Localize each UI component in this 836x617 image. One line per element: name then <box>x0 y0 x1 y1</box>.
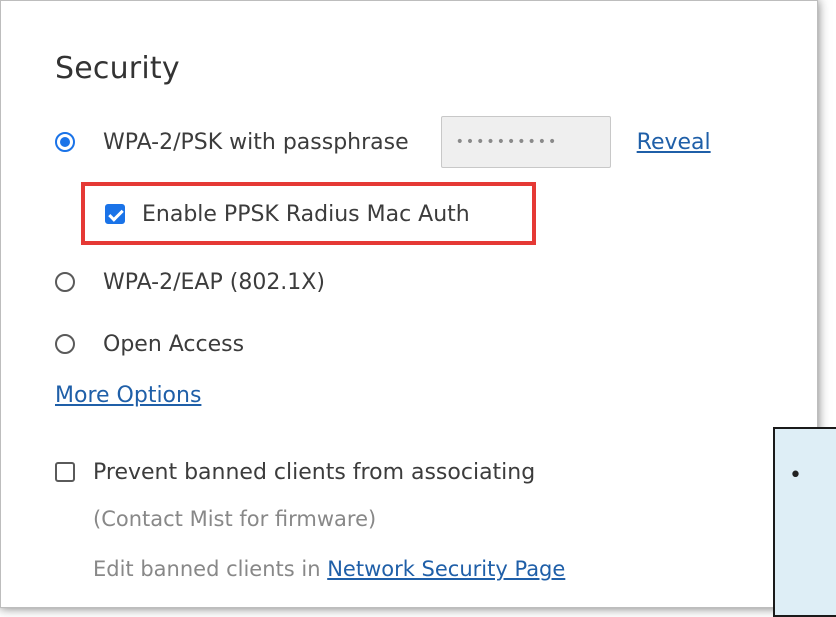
section-title: Security <box>55 51 180 86</box>
callout-box: • <box>773 427 836 617</box>
radio-selected-icon[interactable] <box>55 132 75 152</box>
wpa2-psk-option[interactable]: WPA-2/PSK with passphrase Reveal <box>55 115 711 169</box>
more-options-row: More Options <box>55 378 201 412</box>
firmware-note: (Contact Mist for firmware) <box>93 507 377 531</box>
open-access-option[interactable]: Open Access <box>55 327 244 361</box>
prevent-banned-label: Prevent banned clients from associating <box>93 459 536 485</box>
open-access-label: Open Access <box>103 331 245 357</box>
wpa2-psk-label: WPA-2/PSK with passphrase <box>103 129 409 155</box>
ppsk-radius-option[interactable]: Enable PPSK Radius Mac Auth <box>105 199 470 229</box>
ppsk-radius-label: Enable PPSK Radius Mac Auth <box>142 201 470 227</box>
edit-banned-prefix: Edit banned clients in <box>93 557 328 581</box>
checkbox-checked-icon[interactable] <box>105 204 125 224</box>
radio-unselected-icon[interactable] <box>55 334 75 354</box>
network-security-page-link[interactable]: Network Security Page <box>327 557 565 581</box>
wpa2-eap-option[interactable]: WPA-2/EAP (802.1X) <box>55 265 325 299</box>
prevent-banned-option[interactable]: Prevent banned clients from associating <box>55 455 535 489</box>
edit-banned-text: Edit banned clients in Network Security … <box>93 557 565 581</box>
radio-unselected-icon[interactable] <box>55 272 75 292</box>
more-options-link[interactable]: More Options <box>55 383 201 408</box>
wpa2-eap-label: WPA-2/EAP (802.1X) <box>103 269 325 295</box>
reveal-link[interactable]: Reveal <box>637 130 711 155</box>
checkbox-unchecked-icon[interactable] <box>55 462 75 482</box>
passphrase-input[interactable] <box>440 116 611 168</box>
callout-bullet: • <box>789 463 802 488</box>
security-panel: Security WPA-2/PSK with passphrase Revea… <box>0 0 818 608</box>
